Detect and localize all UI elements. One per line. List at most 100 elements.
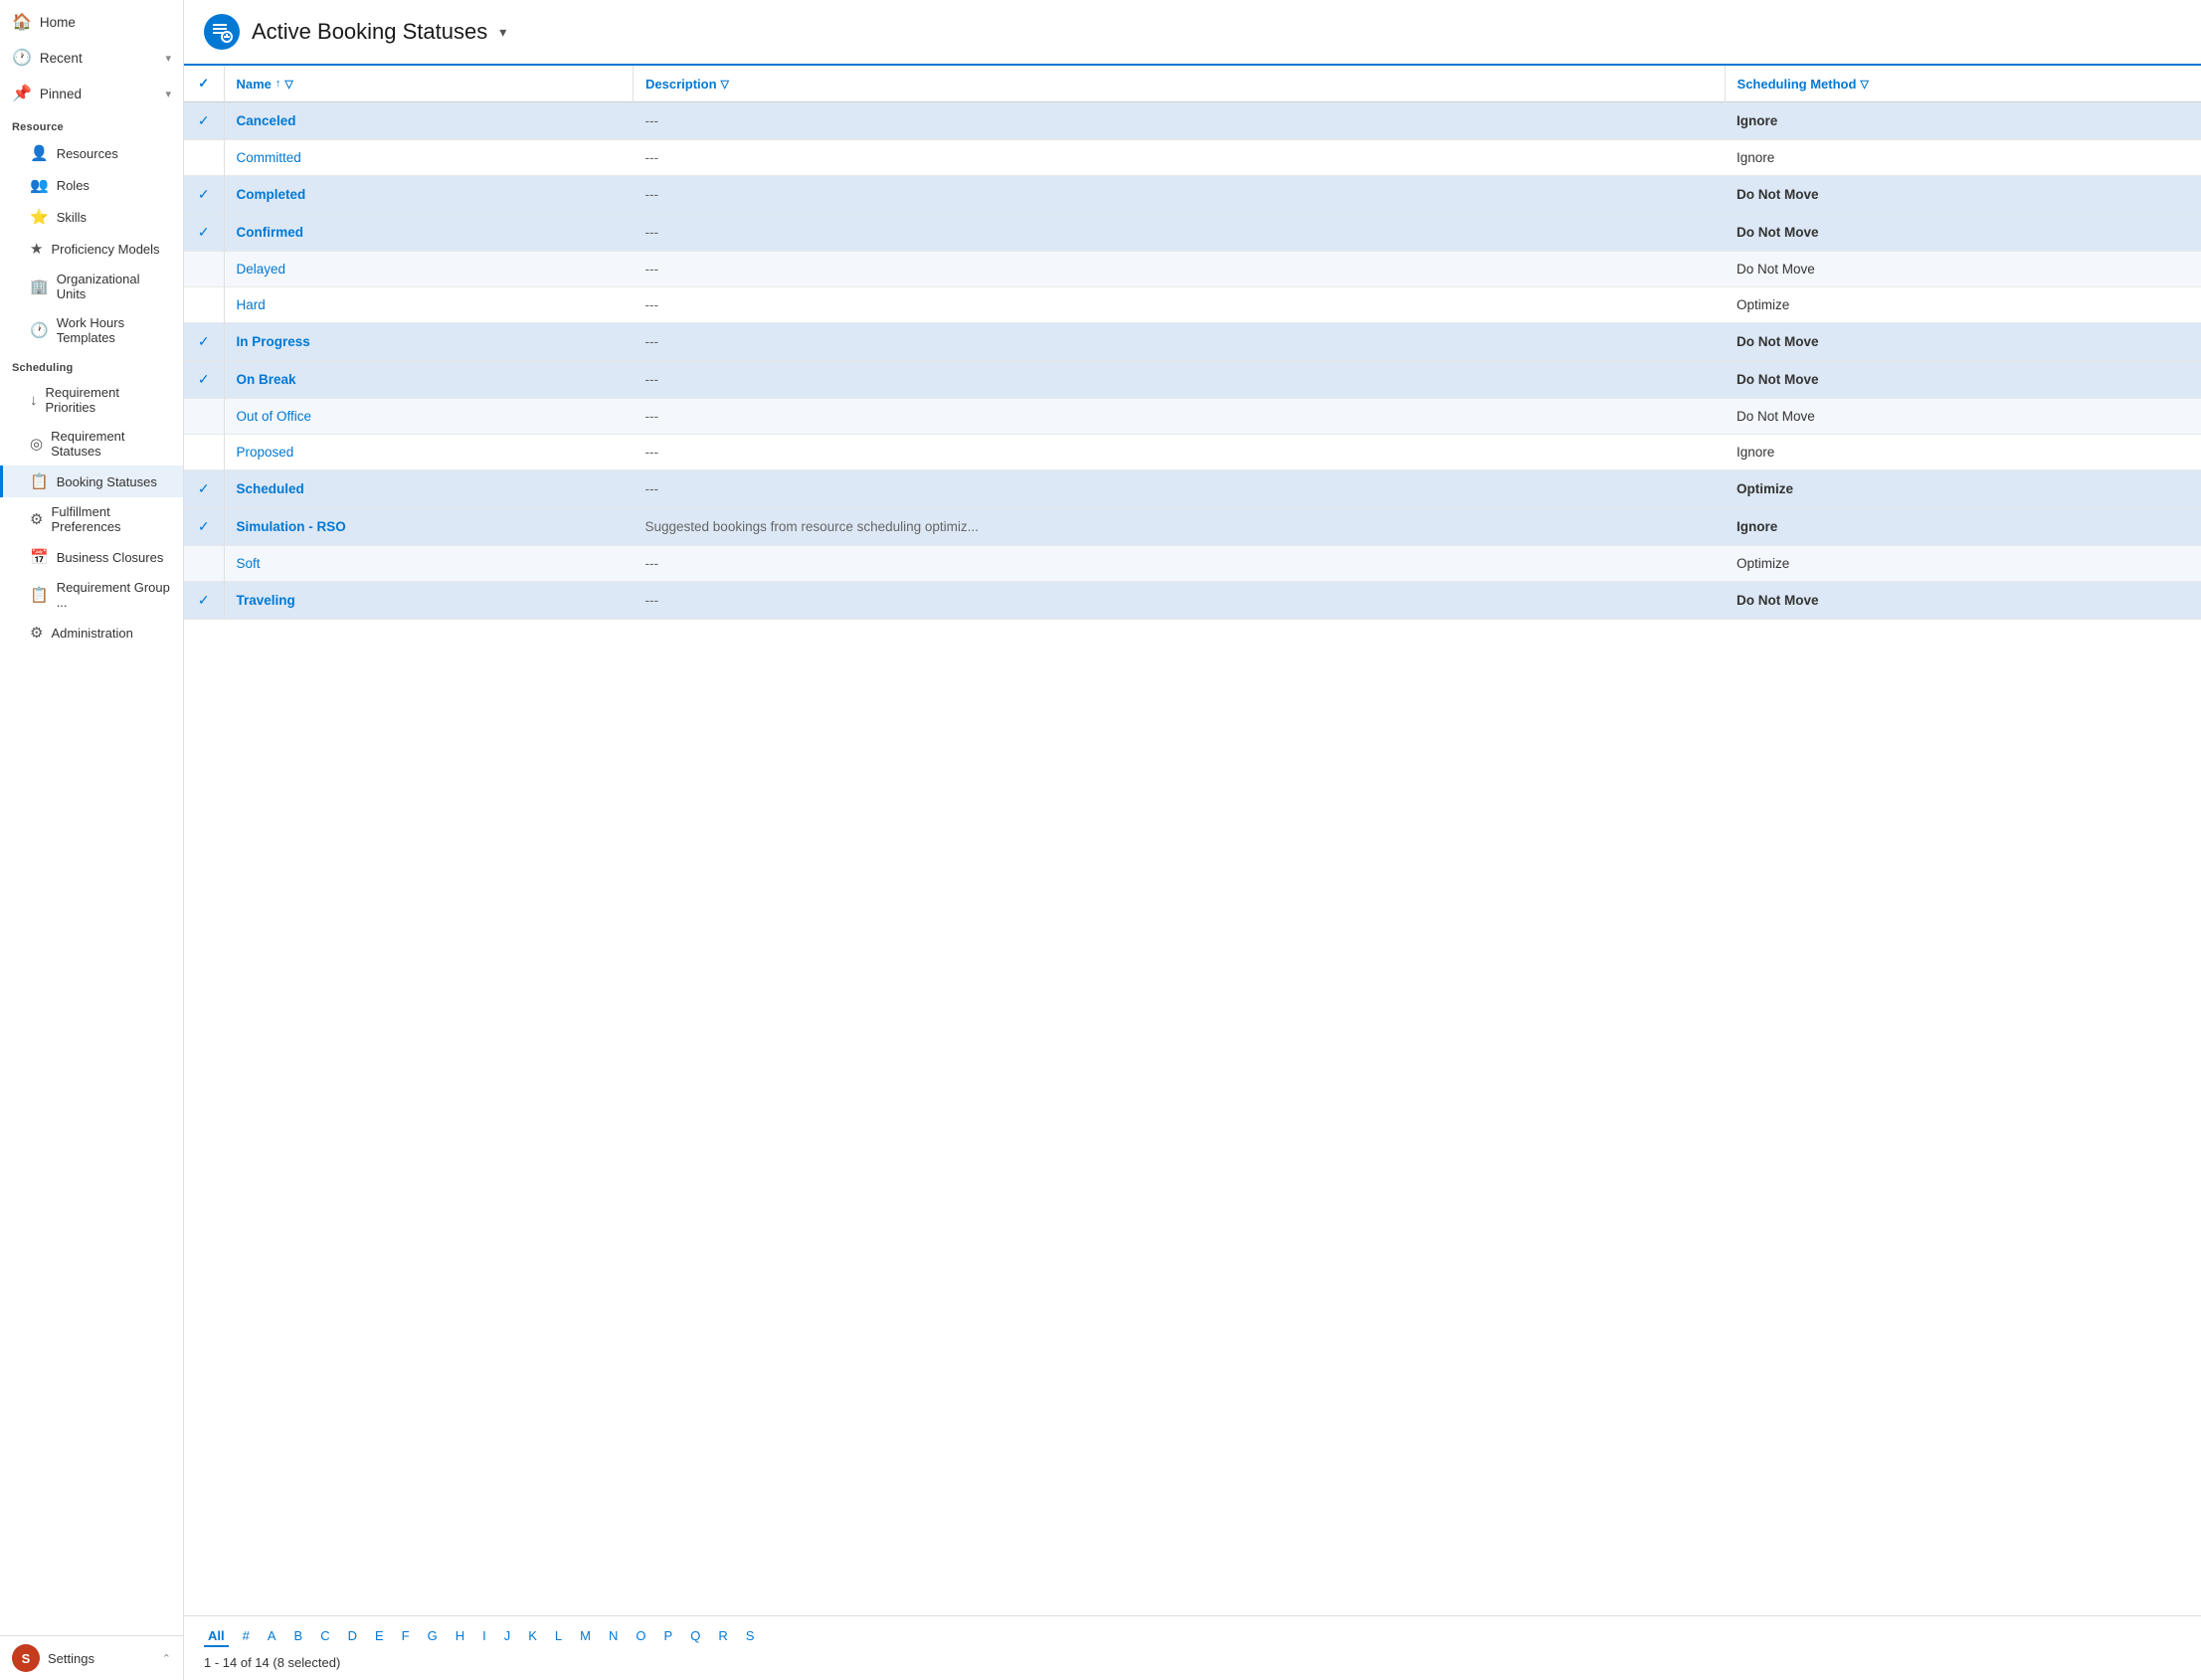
row-name[interactable]: Hard (224, 287, 634, 323)
page-title: Active Booking Statuses (252, 19, 487, 45)
alpha-nav-item[interactable]: L (551, 1626, 566, 1647)
alpha-nav-item[interactable]: J (500, 1626, 515, 1647)
row-check-cell[interactable]: ✓ (184, 102, 224, 140)
sidebar-item-recent[interactable]: 🕐 Recent ▾ (0, 40, 183, 76)
row-name[interactable]: Simulation - RSO (224, 508, 634, 546)
alpha-nav-item[interactable]: P (660, 1626, 677, 1647)
row-check-cell[interactable] (184, 435, 224, 470)
alpha-nav-item[interactable]: H (452, 1626, 468, 1647)
method-filter-icon[interactable]: ▽ (1860, 78, 1868, 91)
sidebar-settings[interactable]: S Settings ⌃ (0, 1635, 183, 1680)
booking-statuses-table: ✓ Name ↑ ▽ Description ▽ (184, 66, 2201, 620)
main-content: Active Booking Statuses ▾ ✓ Name ↑ ▽ (184, 0, 2201, 1680)
alpha-nav-item[interactable]: K (524, 1626, 541, 1647)
row-check-cell[interactable] (184, 252, 224, 287)
table-row: ✓Completed---Do Not Move (184, 176, 2201, 214)
page-info: 1 - 14 of 14 (8 selected) (204, 1655, 2181, 1670)
row-name[interactable]: Delayed (224, 252, 634, 287)
row-name[interactable]: Completed (224, 176, 634, 214)
alpha-nav-item[interactable]: D (344, 1626, 361, 1647)
col-name-label: Name (237, 77, 272, 92)
alpha-nav-item[interactable]: R (714, 1626, 731, 1647)
row-check-cell[interactable]: ✓ (184, 176, 224, 214)
alpha-nav-item[interactable]: N (605, 1626, 622, 1647)
alpha-nav-item[interactable]: A (264, 1626, 280, 1647)
sidebar-item-home-label: Home (40, 15, 76, 30)
row-check-cell[interactable]: ✓ (184, 361, 224, 399)
alpha-nav-item[interactable]: All (204, 1626, 229, 1647)
row-description: --- (634, 214, 1726, 252)
row-method: Ignore (1725, 140, 2201, 176)
alpha-nav-item[interactable]: F (398, 1626, 414, 1647)
row-check-cell[interactable] (184, 546, 224, 582)
alpha-nav-item[interactable]: Q (686, 1626, 704, 1647)
sidebar-item-fulfillment-preferences[interactable]: ⚙ Fulfillment Preferences (0, 497, 183, 541)
name-sort-icon[interactable]: ↑ (275, 78, 281, 90)
sidebar-item-resources[interactable]: 👤 Resources (0, 137, 183, 169)
sidebar-item-org-units-label: Organizational Units (57, 272, 171, 301)
sidebar-item-pinned-label: Pinned (40, 87, 82, 101)
desc-filter-icon[interactable]: ▽ (721, 78, 729, 91)
row-name[interactable]: Proposed (224, 435, 634, 470)
row-check-cell[interactable]: ✓ (184, 582, 224, 620)
sidebar-item-pinned[interactable]: 📌 Pinned ▾ (0, 76, 183, 111)
row-name[interactable]: Canceled (224, 102, 634, 140)
recent-chevron: ▾ (165, 52, 171, 65)
alpha-nav-item[interactable]: E (371, 1626, 388, 1647)
name-filter-icon[interactable]: ▽ (284, 78, 292, 91)
sidebar-item-proficiency-models[interactable]: ★ Proficiency Models (0, 233, 183, 265)
sidebar-item-home[interactable]: 🏠 Home (0, 4, 183, 40)
row-check-cell[interactable] (184, 399, 224, 435)
row-description: --- (634, 546, 1726, 582)
row-name[interactable]: Soft (224, 546, 634, 582)
row-check-cell[interactable]: ✓ (184, 214, 224, 252)
sidebar-item-business-closures-label: Business Closures (57, 550, 164, 565)
row-name[interactable]: In Progress (224, 323, 634, 361)
row-check-cell[interactable] (184, 287, 224, 323)
sidebar-item-booking-statuses[interactable]: 📋 Booking Statuses (0, 466, 183, 497)
alpha-nav-item[interactable]: B (290, 1626, 307, 1647)
row-name[interactable]: Confirmed (224, 214, 634, 252)
sidebar-item-requirement-group[interactable]: 📋 Requirement Group ... (0, 573, 183, 617)
sidebar-item-organizational-units[interactable]: 🏢 Organizational Units (0, 265, 183, 308)
sidebar-item-work-hours-templates[interactable]: 🕐 Work Hours Templates (0, 308, 183, 352)
row-check-cell[interactable] (184, 140, 224, 176)
alpha-nav-item[interactable]: M (576, 1626, 595, 1647)
alpha-nav-item[interactable]: O (632, 1626, 649, 1647)
sidebar-item-business-closures[interactable]: 📅 Business Closures (0, 541, 183, 573)
sidebar-item-roles[interactable]: 👥 Roles (0, 169, 183, 201)
fulfillment-icon: ⚙ (30, 510, 43, 528)
row-checkmark: ✓ (198, 224, 210, 240)
col-check[interactable]: ✓ (184, 66, 224, 102)
sidebar-item-administration[interactable]: ⚙ Administration (0, 617, 183, 649)
alpha-nav-item[interactable]: G (424, 1626, 442, 1647)
roles-icon: 👥 (30, 176, 49, 194)
alpha-nav-item[interactable]: I (478, 1626, 490, 1647)
select-all-checkbox[interactable]: ✓ (198, 76, 209, 91)
req-group-icon: 📋 (30, 586, 49, 604)
alpha-nav-item[interactable]: C (316, 1626, 333, 1647)
sidebar-item-skills[interactable]: ⭐ Skills (0, 201, 183, 233)
row-check-cell[interactable]: ✓ (184, 508, 224, 546)
table-row: ✓Confirmed---Do Not Move (184, 214, 2201, 252)
row-name[interactable]: On Break (224, 361, 634, 399)
row-name[interactable]: Scheduled (224, 470, 634, 508)
alpha-nav-item[interactable]: S (742, 1626, 759, 1647)
row-method: Ignore (1725, 508, 2201, 546)
sidebar-item-requirement-statuses[interactable]: ◎ Requirement Statuses (0, 422, 183, 466)
booking-statuses-icon: 📋 (30, 472, 49, 490)
col-scheduling-method[interactable]: Scheduling Method ▽ (1725, 66, 2201, 102)
row-name[interactable]: Out of Office (224, 399, 634, 435)
row-checkmark: ✓ (198, 112, 210, 128)
table-row: ✓In Progress---Do Not Move (184, 323, 2201, 361)
row-check-cell[interactable]: ✓ (184, 470, 224, 508)
alpha-nav-item[interactable]: # (239, 1626, 254, 1647)
table-container: ✓ Name ↑ ▽ Description ▽ (184, 66, 2201, 1615)
row-name[interactable]: Traveling (224, 582, 634, 620)
title-dropdown-icon[interactable]: ▾ (499, 24, 506, 41)
col-name[interactable]: Name ↑ ▽ (224, 66, 634, 102)
row-check-cell[interactable]: ✓ (184, 323, 224, 361)
row-name[interactable]: Committed (224, 140, 634, 176)
col-description[interactable]: Description ▽ (634, 66, 1726, 102)
sidebar-item-requirement-priorities[interactable]: ↓ Requirement Priorities (0, 378, 183, 422)
